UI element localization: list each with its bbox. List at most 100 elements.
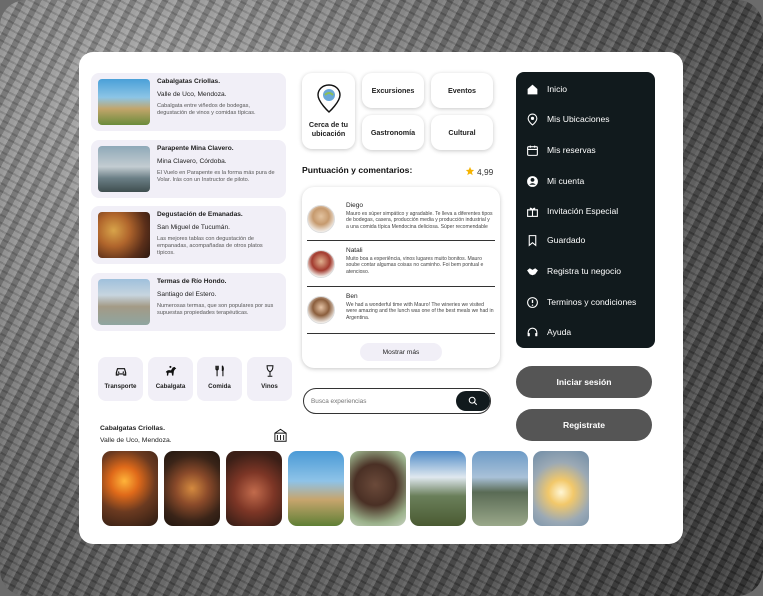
reviewer-name: Natali [346,247,363,254]
experience-thumbnail [98,279,150,325]
home-icon [527,84,538,94]
gallery-photo[interactable] [164,451,220,526]
menu-item-terminos[interactable]: Terminos y condiciones [526,294,636,310]
gallery-photo[interactable] [472,451,528,526]
reviewer-name: Diego [346,202,363,209]
nearby-tile[interactable]: Cerca de tu ubicación [302,73,355,149]
avatar [307,250,335,278]
gift-icon [527,207,538,217]
category-label: Cabalgata [155,383,186,390]
reviewer-name: Ben [346,293,358,300]
experience-description: El Vuelo en Parapente es la forma más pu… [157,170,275,183]
category-vinos[interactable]: Vinos [247,357,292,401]
menu-label: Terminos y condiciones [547,297,637,307]
gallery-photo[interactable] [226,451,282,526]
info-icon [527,296,538,308]
show-more-button[interactable]: Mostrar más [360,343,442,361]
register-button[interactable]: Registrate [516,409,652,441]
login-button[interactable]: Iniciar sesión [516,366,652,398]
rating-value: 4,99 [477,167,494,177]
menu-item-mis-ubicaciones[interactable]: Mis Ubicaciones [526,111,610,127]
experience-location: Santiago del Estero. [157,291,217,298]
experience-card[interactable]: Termas de Río Hondo. Santiago del Estero… [91,273,286,331]
tile-label: Cultural [448,128,476,137]
menu-item-inicio[interactable]: Inicio [526,81,567,97]
nearby-label: Cerca de tu ubicación [308,120,349,138]
experience-thumbnail [98,212,150,258]
avatar [307,205,335,233]
tile-eventos[interactable]: Eventos [431,73,493,108]
gallery-photo[interactable] [288,451,344,526]
menu-item-mis-reservas[interactable]: Mis reservas [526,142,596,158]
experience-title: Cabalgatas Criollas. [157,78,221,85]
menu-label: Mi cuenta [547,176,585,186]
menu-item-mi-cuenta[interactable]: Mi cuenta [526,173,584,189]
tile-cultural[interactable]: Cultural [431,115,493,150]
tile-label: Gastronomía [370,128,416,137]
calendar-icon [527,145,538,156]
tile-excursiones[interactable]: Excursiones [362,73,424,108]
menu-item-invitacion-especial[interactable]: Invitación Especial [526,203,618,219]
tile-label: Eventos [448,86,476,95]
category-cabalgata[interactable]: Cabalgata [148,357,193,401]
reviews-panel: Diego Mauro es súper simpático y agradab… [302,187,500,368]
menu-label: Mis Ubicaciones [547,114,610,124]
experience-card[interactable]: Parapente Mina Clavero. Mina Clavero, Có… [91,140,286,198]
divider [307,333,495,334]
menu-label: Inicio [547,84,568,94]
divider [307,286,495,287]
divider [307,240,495,241]
experience-card[interactable]: Degustación de Emanadas. San Miguel de T… [91,206,286,264]
star-icon [465,166,475,176]
bookmark-icon [528,234,537,247]
selected-experience-title: Cabalgatas Criollas. [100,425,165,432]
review-text: Mauro es súper simpático y agradable. Te… [346,211,493,230]
location-map-icon [316,84,341,113]
gallery-photo[interactable] [410,451,466,526]
handshake-icon [527,267,538,275]
experience-description: Cabalgata entre viñedos de bodegas, degu… [157,103,256,116]
location-pin-icon [527,113,538,126]
building-icon[interactable] [273,427,288,443]
menu-label: Invitación Especial [547,206,619,216]
gallery-photo[interactable] [533,451,589,526]
user-icon [527,175,538,187]
search-icon [468,396,478,406]
menu-label: Mis reservas [547,145,596,155]
experience-thumbnail [98,146,150,192]
category-label: Comida [208,383,231,390]
search-input[interactable] [311,394,451,408]
cutlery-icon [214,365,224,377]
avatar [307,296,335,324]
experience-card[interactable]: Cabalgatas Criollas. Valle de Uco, Mendo… [91,73,286,131]
experience-location: San Miguel de Tucumán. [157,224,230,231]
gallery-photo[interactable] [350,451,406,526]
experience-title: Termas de Río Hondo. [157,278,227,285]
tile-gastronomia[interactable]: Gastronomía [362,115,424,150]
selected-experience-location: Valle de Uco, Mendoza. [100,437,172,444]
category-comida[interactable]: Comida [197,357,242,401]
menu-label: Registra tu negocio [547,266,622,276]
review-text: Muito boa a experiência, vinos lugares m… [346,256,484,275]
experience-description: Las mejores tablas con degustación de em… [157,236,263,256]
category-label: Vinos [261,383,278,390]
experience-title: Parapente Mina Clavero. [157,145,234,152]
menu-label: Ayuda [547,327,572,337]
sidebar-menu: Inicio Mis Ubicaciones Mis reservas Mi c… [516,72,655,348]
menu-item-ayuda[interactable]: Ayuda [526,324,571,340]
experience-title: Degustación de Emanadas. [157,211,243,218]
headset-icon [527,327,538,336]
reviews-title: Puntuación y comentarios: [302,165,413,175]
menu-label: Guardado [547,235,586,245]
category-transporte[interactable]: Transporte [98,357,143,401]
experience-location: Valle de Uco, Mendoza. [157,91,227,98]
menu-item-guardado[interactable]: Guardado [526,232,585,248]
wine-glass-icon [266,365,273,377]
experience-thumbnail [98,79,150,125]
gallery-photo[interactable] [102,451,158,526]
car-icon [115,368,126,376]
search-button[interactable] [456,391,490,411]
category-label: Transporte [104,383,137,390]
horse-icon [165,365,176,376]
menu-item-registra-tu-negocio[interactable]: Registra tu negocio [526,263,621,279]
